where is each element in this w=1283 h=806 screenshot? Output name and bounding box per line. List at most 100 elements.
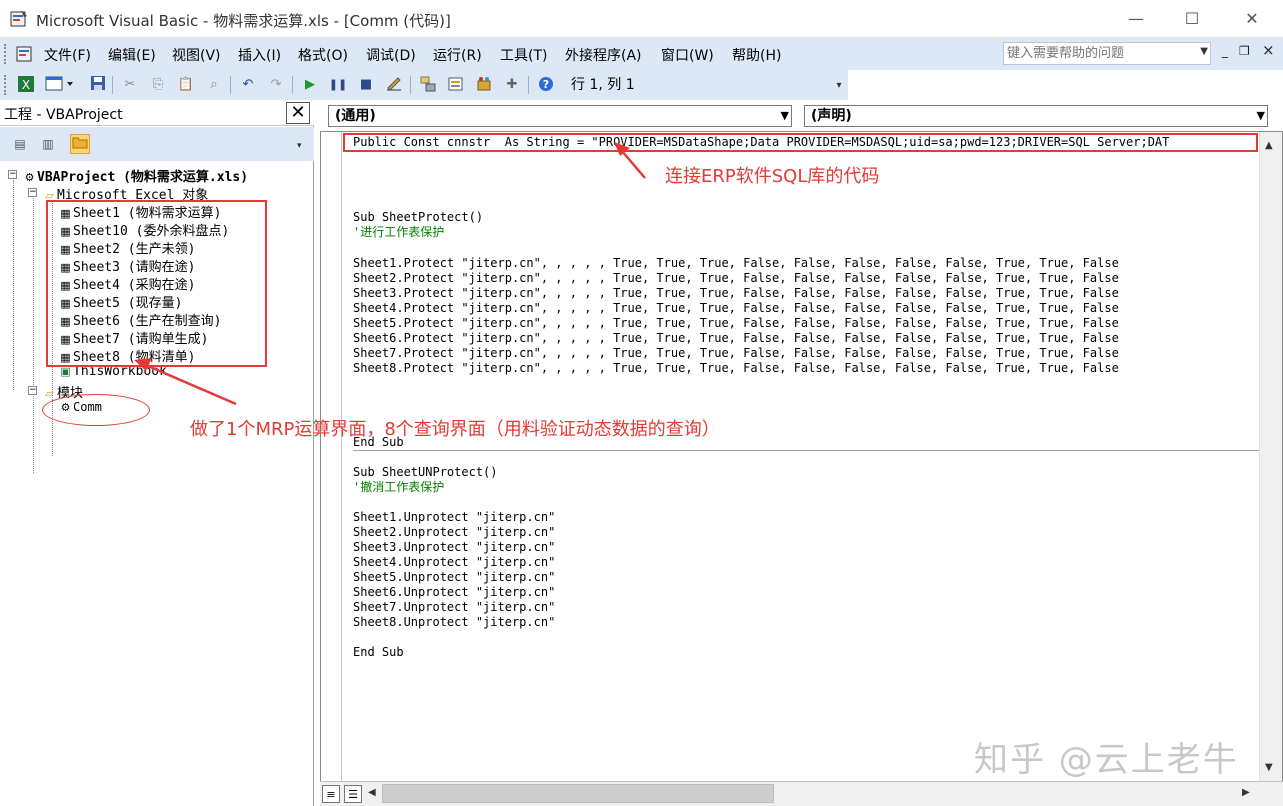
procedure-separator [353,450,1259,451]
view-object-icon[interactable]: ▥ [38,134,58,154]
code-editor[interactable]: Public Const cnnstr As String = "PROVIDE… [320,131,1283,782]
comm-module-highlight-ellipse [42,394,150,426]
chevron-down-icon[interactable]: ▼ [781,106,789,126]
code-line[interactable]: Sheet6.Unprotect "jiterp.cn" [353,585,555,600]
code-line[interactable]: Sheet3.Protect "jiterp.cn", , , , , True… [353,286,1119,301]
menu-tools[interactable]: 工具(T) [500,45,547,65]
code-line[interactable]: Sheet7.Unprotect "jiterp.cn" [353,600,555,615]
project-explorer-title: 工程 - VBAProject [4,107,123,123]
code-comment[interactable]: '进行工作表保护 [353,225,444,240]
cursor-position-readout: 行 1, 列 1 [566,74,816,96]
collapse-toggle[interactable]: − [8,170,17,179]
save-icon[interactable] [88,75,108,95]
erp-connection-highlight-box [343,133,1258,152]
undo-icon[interactable]: ↶ [238,75,258,95]
menu-debug[interactable]: 调试(D) [366,45,416,65]
full-module-view-button[interactable]: ☰ [344,785,362,803]
minimize-button[interactable]: — [1116,6,1156,32]
menu-window[interactable]: 窗口(W) [661,45,714,65]
code-line[interactable]: Sheet7.Protect "jiterp.cn", , , , , True… [353,346,1119,361]
properties-icon[interactable] [446,75,466,95]
procedure-combo[interactable]: (声明) ▼ [804,105,1268,127]
menu-help[interactable]: 帮助(H) [732,45,781,65]
toggle-folders-icon[interactable] [70,134,90,154]
code-comment[interactable]: '撤消工作表保护 [353,480,444,495]
code-line[interactable]: Sheet8.Protect "jiterp.cn", , , , , True… [353,361,1119,376]
project-explorer-icon[interactable] [418,75,438,95]
menu-view[interactable]: 视图(V) [172,45,221,65]
copy-icon[interactable]: ⎘ [148,75,168,95]
code-line[interactable]: Sub SheetUNProtect() [353,465,498,480]
collapse-toggle[interactable]: − [28,386,37,395]
horizontal-scrollbar-thumb[interactable] [382,784,774,803]
vba-menu-icon[interactable] [14,44,36,64]
help-question-input[interactable] [1004,43,1190,64]
reset-icon[interactable]: ■ [356,75,376,95]
object-combo[interactable]: (通用) ▼ [328,105,792,127]
design-mode-icon[interactable] [384,75,404,95]
watermark: 知乎 @云上老牛 [974,740,1239,780]
toolbar-grip[interactable] [4,75,8,95]
toolbox-icon[interactable]: ✚ [502,75,522,95]
code-line[interactable]: Sheet2.Protect "jiterp.cn", , , , , True… [353,271,1119,286]
menu-format[interactable]: 格式(O) [298,45,348,65]
code-line[interactable]: Sheet3.Unprotect "jiterp.cn" [353,540,555,555]
find-icon[interactable]: ⌕ [204,75,224,95]
scroll-right-icon[interactable]: ▶ [1242,787,1250,798]
code-line[interactable]: Sheet6.Protect "jiterp.cn", , , , , True… [353,331,1119,346]
cut-icon[interactable]: ✂ [120,75,140,95]
code-line[interactable]: Sheet2.Unprotect "jiterp.cn" [353,525,555,540]
redo-icon[interactable]: ↷ [266,75,286,95]
collapse-toggle[interactable]: − [28,188,37,197]
help-icon[interactable]: ? [536,75,556,95]
object-browser-icon[interactable] [474,75,494,95]
paste-icon[interactable]: 📋 [176,75,196,95]
vba-app-icon [10,10,27,27]
menu-addins[interactable]: 外接程序(A) [565,45,642,65]
menu-edit[interactable]: 编辑(E) [108,45,156,65]
object-combo-value: (通用) [335,108,376,124]
scroll-left-icon[interactable]: ◀ [368,787,376,798]
chevron-down-icon[interactable]: ▼ [1257,106,1265,126]
menu-run[interactable]: 运行(R) [433,45,482,65]
code-line[interactable]: Sheet4.Protect "jiterp.cn", , , , , True… [353,301,1119,316]
run-icon[interactable]: ▶ [300,75,320,95]
tree-node-vbaproject[interactable]: ⚙ VBAProject (物料需求运算.xls) [22,166,249,185]
toolbar-separator [112,76,113,94]
view-code-icon[interactable]: ▤ [10,134,30,154]
code-line[interactable]: Sheet4.Unprotect "jiterp.cn" [353,555,555,570]
chevron-down-icon[interactable]: ▼ [1200,46,1208,57]
break-icon[interactable]: ❚❚ [328,75,348,95]
excel-icon[interactable]: X [16,75,36,95]
code-line[interactable]: Sheet1.Unprotect "jiterp.cn" [353,510,555,525]
maximize-button[interactable]: ☐ [1172,6,1212,32]
code-margin-indicator-bar[interactable] [321,132,342,781]
toolbar-separator [292,76,293,94]
code-line[interactable]: Sheet5.Protect "jiterp.cn", , , , , True… [353,316,1119,331]
scroll-up-icon[interactable]: ▲ [1265,140,1273,151]
procedure-view-button[interactable]: ≡ [322,785,340,803]
toolbar-separator [230,76,231,94]
tree-connector [13,180,14,390]
menu-file[interactable]: 文件(F) [44,45,91,65]
toolbar-options-chevron-icon[interactable]: ▾ [832,74,846,98]
code-line[interactable]: Sub SheetProtect() [353,210,483,225]
mdi-restore-button[interactable]: ❐ [1239,44,1250,58]
menu-insert[interactable]: 插入(I) [238,45,281,65]
toolbar-options-chevron-icon[interactable]: ▾ [297,141,302,151]
vertical-scrollbar[interactable]: ▲ ▼ [1259,132,1282,781]
code-text[interactable]: Public Const cnnstr As String = "PROVIDE… [353,135,1259,775]
insert-userform-icon[interactable] [44,75,76,95]
help-question-box[interactable]: ▼ [1003,42,1211,65]
code-line[interactable]: Sheet5.Unprotect "jiterp.cn" [353,570,555,585]
code-line[interactable]: Sheet8.Unprotect "jiterp.cn" [353,615,555,630]
close-button[interactable]: ✕ [1232,6,1272,32]
menu-grip[interactable] [4,44,8,64]
mdi-close-button[interactable]: × [1262,41,1275,59]
code-line[interactable]: Sheet1.Protect "jiterp.cn", , , , , True… [353,256,1119,271]
project-explorer-header: 工程 - VBAProject ✕ [0,100,314,126]
code-line[interactable]: End Sub [353,645,404,660]
project-explorer-close-button[interactable]: ✕ [286,102,310,124]
mdi-minimize-button[interactable]: _ [1222,44,1228,58]
scroll-down-icon[interactable]: ▼ [1265,762,1273,773]
